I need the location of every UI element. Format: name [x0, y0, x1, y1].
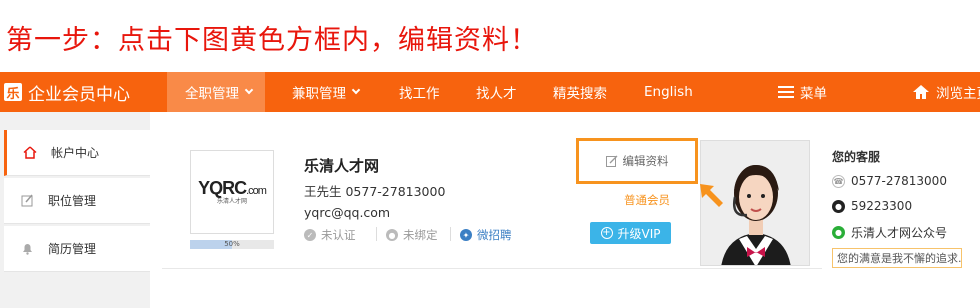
company-contact: 王先生 0577-27813000 — [304, 184, 446, 199]
vip-label: 升级VIP — [617, 226, 661, 241]
nav-label: 全职管理 — [185, 86, 239, 102]
profile-completeness-bar: 50% — [190, 240, 274, 249]
instruction-text: 第一步：点击下图黄色方框内，编辑资料！ — [6, 25, 538, 56]
sidebar-item-jobs[interactable]: 职位管理 — [4, 178, 150, 224]
status-label: 未认证 — [321, 228, 356, 242]
member-level: 普通会员 — [624, 193, 670, 207]
edit-label: 编辑资料 — [622, 154, 669, 168]
edit-profile-button[interactable]: 编辑资料 — [576, 138, 698, 184]
wechat-recruit-link[interactable]: ✦ 微招聘 — [460, 227, 512, 243]
brand[interactable]: 乐 企业会员中心 — [0, 72, 130, 112]
recruit-icon: ✦ — [460, 229, 472, 241]
sidebar-item-account[interactable]: 帐户中心 — [4, 130, 150, 176]
phone-text: 0577-27813000 — [851, 174, 947, 188]
nav-item-find-job[interactable]: 找工作 — [399, 72, 440, 112]
status-label: 未绑定 — [403, 228, 438, 242]
sidebar-item-label: 帐户中心 — [51, 146, 100, 160]
browse-home-link[interactable]: 浏览主页 — [912, 72, 980, 112]
nav-item-fulltime[interactable]: 全职管理 — [167, 72, 265, 112]
brand-title: 企业会员中心 — [28, 84, 130, 105]
nav-item-english[interactable]: English — [644, 72, 693, 112]
edit-icon — [605, 155, 617, 167]
divider — [450, 227, 451, 241]
verify-status[interactable]: ✓ 未认证 — [304, 227, 356, 243]
top-navbar: 乐 企业会员中心 全职管理 兼职管理 找工作 找人才 精英搜索 English … — [0, 72, 980, 112]
menu-button[interactable]: 菜单 — [778, 72, 827, 112]
logo-suffix: .com — [246, 185, 267, 197]
wechat-text: 乐清人才网公众号 — [851, 226, 948, 240]
service-slogan: 您的满意是我不懈的追求... — [832, 248, 962, 268]
nav-label: 精英搜索 — [553, 86, 607, 102]
chevron-down-icon — [244, 85, 254, 95]
sidebar: 帐户中心 职位管理 简历管理 — [0, 112, 150, 308]
wechat-icon: ● — [386, 229, 398, 241]
service-title: 您的客服 — [832, 150, 881, 164]
nav-label: 找人才 — [476, 86, 517, 102]
nav-label: 找工作 — [399, 86, 440, 102]
sidebar-item-resumes[interactable]: 简历管理 — [4, 226, 150, 272]
account-panel: YQRC.com 乐清人才网 50% 乐清人才网 王先生 0577-278130… — [162, 128, 980, 308]
brand-logo: 乐 — [4, 83, 22, 102]
edit-icon — [20, 194, 34, 208]
nav-label: 兼职管理 — [292, 86, 346, 102]
chevron-down-icon — [351, 85, 361, 95]
status-label: 微招聘 — [477, 228, 512, 242]
plus-icon: + — [600, 227, 613, 239]
home-icon — [23, 146, 37, 160]
company-email: yqrc@qq.com — [304, 205, 391, 220]
logo-subtitle: 乐清人才网 — [216, 199, 247, 205]
house-icon — [913, 85, 929, 99]
logo-text: YQRC — [198, 178, 247, 198]
nav-item-find-talent[interactable]: 找人才 — [476, 72, 517, 112]
wechat-bind-status[interactable]: ● 未绑定 — [386, 227, 438, 243]
progress-text: 50% — [224, 240, 240, 248]
sidebar-item-label: 简历管理 — [48, 242, 97, 256]
shield-icon: ✓ — [304, 229, 316, 241]
bell-icon — [20, 242, 34, 256]
home-label: 浏览主页 — [936, 86, 980, 102]
nav-item-elite-search[interactable]: 精英搜索 — [553, 72, 607, 112]
nav-item-parttime[interactable]: 兼职管理 — [292, 72, 361, 112]
menu-label: 菜单 — [800, 86, 827, 102]
qq-text: 59223300 — [851, 199, 913, 213]
company-logo[interactable]: YQRC.com 乐清人才网 — [190, 150, 274, 234]
company-name: 乐清人才网 — [304, 157, 380, 175]
wechat-icon: ● — [832, 226, 845, 239]
hamburger-icon — [778, 86, 794, 98]
service-phone[interactable]: ☎ 0577-27813000 — [832, 174, 947, 188]
nav-label: English — [644, 84, 693, 100]
service-qq[interactable]: ● 59223300 — [832, 199, 912, 213]
divider — [376, 227, 377, 241]
pointer-arrow-icon — [700, 184, 723, 207]
divider — [162, 268, 822, 269]
service-wechat[interactable]: ● 乐清人才网公众号 — [832, 224, 947, 241]
sidebar-item-label: 职位管理 — [48, 194, 97, 208]
upgrade-vip-button[interactable]: + 升级VIP — [590, 222, 671, 244]
qq-icon: ● — [832, 199, 845, 213]
phone-icon: ☎ — [832, 174, 845, 188]
